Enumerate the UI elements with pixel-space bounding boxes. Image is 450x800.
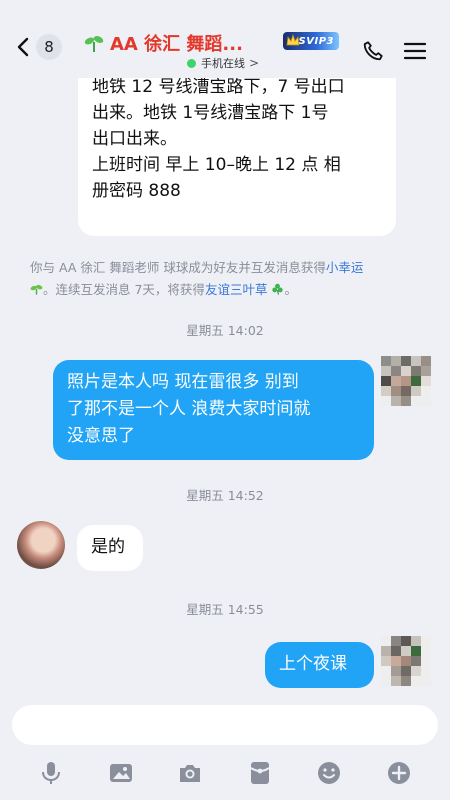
system-notice: 你与 AA 徐汇 舞蹈老师 球球成为好友并互发消息获得小幸运 。连续互发消息 7…: [30, 260, 364, 297]
chat-title-text: AA 徐汇 舞蹈...: [110, 34, 243, 55]
crown-icon: [286, 34, 300, 46]
plus-icon[interactable]: [386, 760, 412, 786]
message-bubble-outgoing[interactable]: 上个夜课: [265, 642, 374, 688]
clover-link[interactable]: 友谊三叶草: [205, 282, 268, 297]
image-icon[interactable]: [108, 760, 134, 786]
menu-icon[interactable]: [404, 42, 426, 60]
timestamp: 星期五 14:55: [186, 602, 264, 617]
message-line: 上班时间 早上 10–晚上 12 点 相: [92, 155, 341, 175]
message-bubble-incoming[interactable]: 是的: [77, 525, 143, 571]
online-status[interactable]: 手机在线 >: [187, 55, 259, 71]
timestamp: 星期五 14:52: [186, 488, 264, 503]
lucky-link[interactable]: 小幸运: [326, 260, 364, 275]
emoji-icon[interactable]: [316, 760, 342, 786]
my-avatar[interactable]: [381, 356, 431, 406]
camera-icon[interactable]: [177, 760, 203, 786]
sprout-icon: [30, 284, 43, 295]
my-avatar[interactable]: [381, 636, 431, 686]
red-packet-icon[interactable]: [247, 760, 273, 786]
contact-avatar[interactable]: [17, 521, 65, 569]
clover-icon: [272, 283, 284, 295]
input-toolbar: [0, 752, 450, 800]
phone-icon[interactable]: [362, 40, 384, 62]
chat-title[interactable]: AA 徐汇 舞蹈...: [84, 30, 243, 56]
mic-icon[interactable]: [38, 760, 64, 786]
message-input[interactable]: [12, 705, 438, 745]
back-button[interactable]: 8: [16, 34, 62, 60]
timestamp: 星期五 14:02: [186, 323, 264, 338]
chat-area[interactable]: 地铁 12 号线漕宝路下，7 号出口 出来。地铁 1号线漕宝路下 1号 出口出来…: [0, 0, 450, 700]
chat-header: 8 AA 徐汇 舞蹈... SVIP3 手机在线 >: [0, 0, 450, 78]
svip-badge[interactable]: SVIP3: [283, 32, 339, 50]
online-dot-icon: [187, 58, 196, 68]
unread-count-badge: 8: [36, 34, 62, 60]
message-bubble-outgoing[interactable]: 照片是本人吗 现在雷很多 别到 了那不是一个人 浪费大家时间就 没意思了: [53, 360, 374, 460]
chevron-right-icon: >: [249, 56, 260, 70]
message-line: 出口出来。: [92, 129, 177, 149]
message-line: 册密码 888: [92, 181, 181, 201]
message-line: 出来。地铁 1号线漕宝路下 1号: [92, 103, 329, 123]
chevron-left-icon: [17, 37, 29, 57]
sprout-icon: [84, 36, 104, 52]
